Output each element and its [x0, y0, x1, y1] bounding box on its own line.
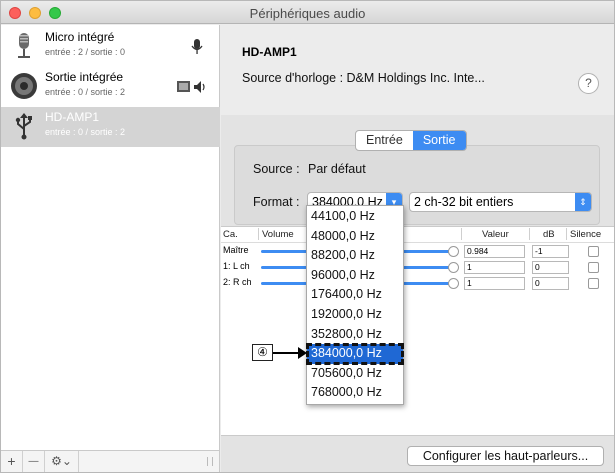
gear-menu-button[interactable]: ⚙︎⌄: [45, 451, 79, 472]
sample-rate-option[interactable]: 44100,0 Hz: [307, 207, 403, 227]
tab-output[interactable]: Sortie: [412, 131, 466, 150]
volume-table: Ca. Volume Valeur dB Silence Maître 0.98…: [221, 226, 614, 436]
mute-checkbox[interactable]: [588, 278, 599, 289]
device-detail-panel: HD-AMP1 Source d'horloge : D&M Holdings …: [221, 25, 614, 472]
value-field[interactable]: 0.984: [464, 245, 525, 258]
volume-slider-knob[interactable]: [448, 278, 459, 289]
device-name: Micro intégré: [45, 30, 115, 44]
db-field[interactable]: 0: [532, 277, 569, 290]
bit-depth-select[interactable]: 2 ch-32 bit entiers ⇕: [409, 192, 592, 212]
remove-device-button[interactable]: —: [23, 451, 45, 472]
volume-slider-knob[interactable]: [448, 246, 459, 257]
device-item-micro[interactable]: Micro intégré entrée : 2 / sortie : 0: [1, 27, 220, 67]
callout-number: ④: [252, 344, 273, 361]
source-label: Source :: [253, 162, 300, 176]
tab-bar: Entrée Sortie: [355, 130, 467, 151]
col-header-db: dB: [543, 229, 555, 240]
mute-checkbox[interactable]: [588, 246, 599, 257]
updown-chevron-icon: ⇕: [575, 193, 591, 211]
device-list: Micro intégré entrée : 2 / sortie : 0 So…: [1, 25, 220, 450]
value-field[interactable]: 1: [464, 277, 525, 290]
window-title: Périphériques audio: [249, 6, 366, 21]
device-io: entrée : 0 / sortie : 2: [45, 87, 126, 97]
sample-rate-option[interactable]: 96000,0 Hz: [307, 266, 403, 286]
sidebar-footer: + — ⚙︎⌄: [1, 450, 220, 472]
col-header-mute: Silence: [570, 229, 602, 240]
col-header-volume: Volume: [262, 229, 294, 240]
configure-speakers-button[interactable]: Configurer les haut-parleurs...: [407, 446, 604, 466]
tab-input[interactable]: Entrée: [356, 131, 413, 150]
format-label: Format :: [253, 195, 300, 209]
title-bar: Périphériques audio: [1, 1, 614, 24]
channel-label: Maître: [223, 245, 249, 255]
device-io: entrée : 2 / sortie : 0: [45, 47, 126, 57]
microphone-badge-icon: [191, 39, 203, 54]
device-name: HD-AMP1: [45, 110, 100, 124]
add-device-button[interactable]: +: [1, 451, 23, 472]
sample-rate-option[interactable]: 176400,0 Hz: [307, 285, 403, 305]
sample-rate-option[interactable]: 705600,0 Hz: [307, 364, 403, 384]
callout-arrow: [273, 352, 299, 354]
device-header: HD-AMP1 Source d'horloge : D&M Holdings …: [221, 25, 614, 115]
speaker-icon: [11, 73, 37, 99]
device-item-builtin-output[interactable]: Sortie intégrée entrée : 0 / sortie : 2: [1, 67, 220, 107]
device-title: HD-AMP1: [242, 45, 297, 59]
device-item-hd-amp1[interactable]: HD-AMP1 entrée : 0 / sortie : 2: [1, 107, 220, 147]
bit-depth-value: 2 ch-32 bit entiers: [414, 195, 514, 209]
sample-rate-option[interactable]: 48000,0 Hz: [307, 227, 403, 247]
source-value: Par défaut: [308, 162, 366, 176]
value-field[interactable]: 1: [464, 261, 525, 274]
device-name: Sortie intégrée: [45, 70, 124, 84]
sample-rate-option-highlighted[interactable]: 384000,0 Hz: [306, 343, 404, 365]
db-field[interactable]: 0: [532, 261, 569, 274]
resize-handle-icon[interactable]: [207, 457, 213, 466]
sample-rate-option[interactable]: 192000,0 Hz: [307, 305, 403, 325]
format-box: Source : Par défaut Format : 384000,0 Hz…: [234, 145, 600, 225]
volume-slider-knob[interactable]: [448, 262, 459, 273]
help-button[interactable]: ?: [578, 73, 599, 94]
speaker-output-badge-icon: [177, 81, 205, 93]
channel-label: 2: R ch: [223, 277, 252, 287]
sample-rate-dropdown: 44100,0 Hz 48000,0 Hz 88200,0 Hz 96000,0…: [306, 205, 404, 405]
sample-rate-option[interactable]: 352800,0 Hz: [307, 325, 403, 345]
clock-source: Source d'horloge : D&M Holdings Inc. Int…: [242, 71, 485, 85]
arrow-right-icon: [298, 347, 307, 359]
channel-label: 1: L ch: [223, 261, 250, 271]
col-header-channel: Ca.: [223, 229, 238, 240]
usb-icon: [15, 113, 32, 140]
device-io: entrée : 0 / sortie : 2: [45, 127, 126, 137]
mute-checkbox[interactable]: [588, 262, 599, 273]
db-field[interactable]: -1: [532, 245, 569, 258]
col-header-value: Valeur: [482, 229, 509, 240]
sample-rate-option[interactable]: 88200,0 Hz: [307, 246, 403, 266]
microphone-icon: [18, 33, 30, 58]
sample-rate-option[interactable]: 768000,0 Hz: [307, 383, 403, 403]
